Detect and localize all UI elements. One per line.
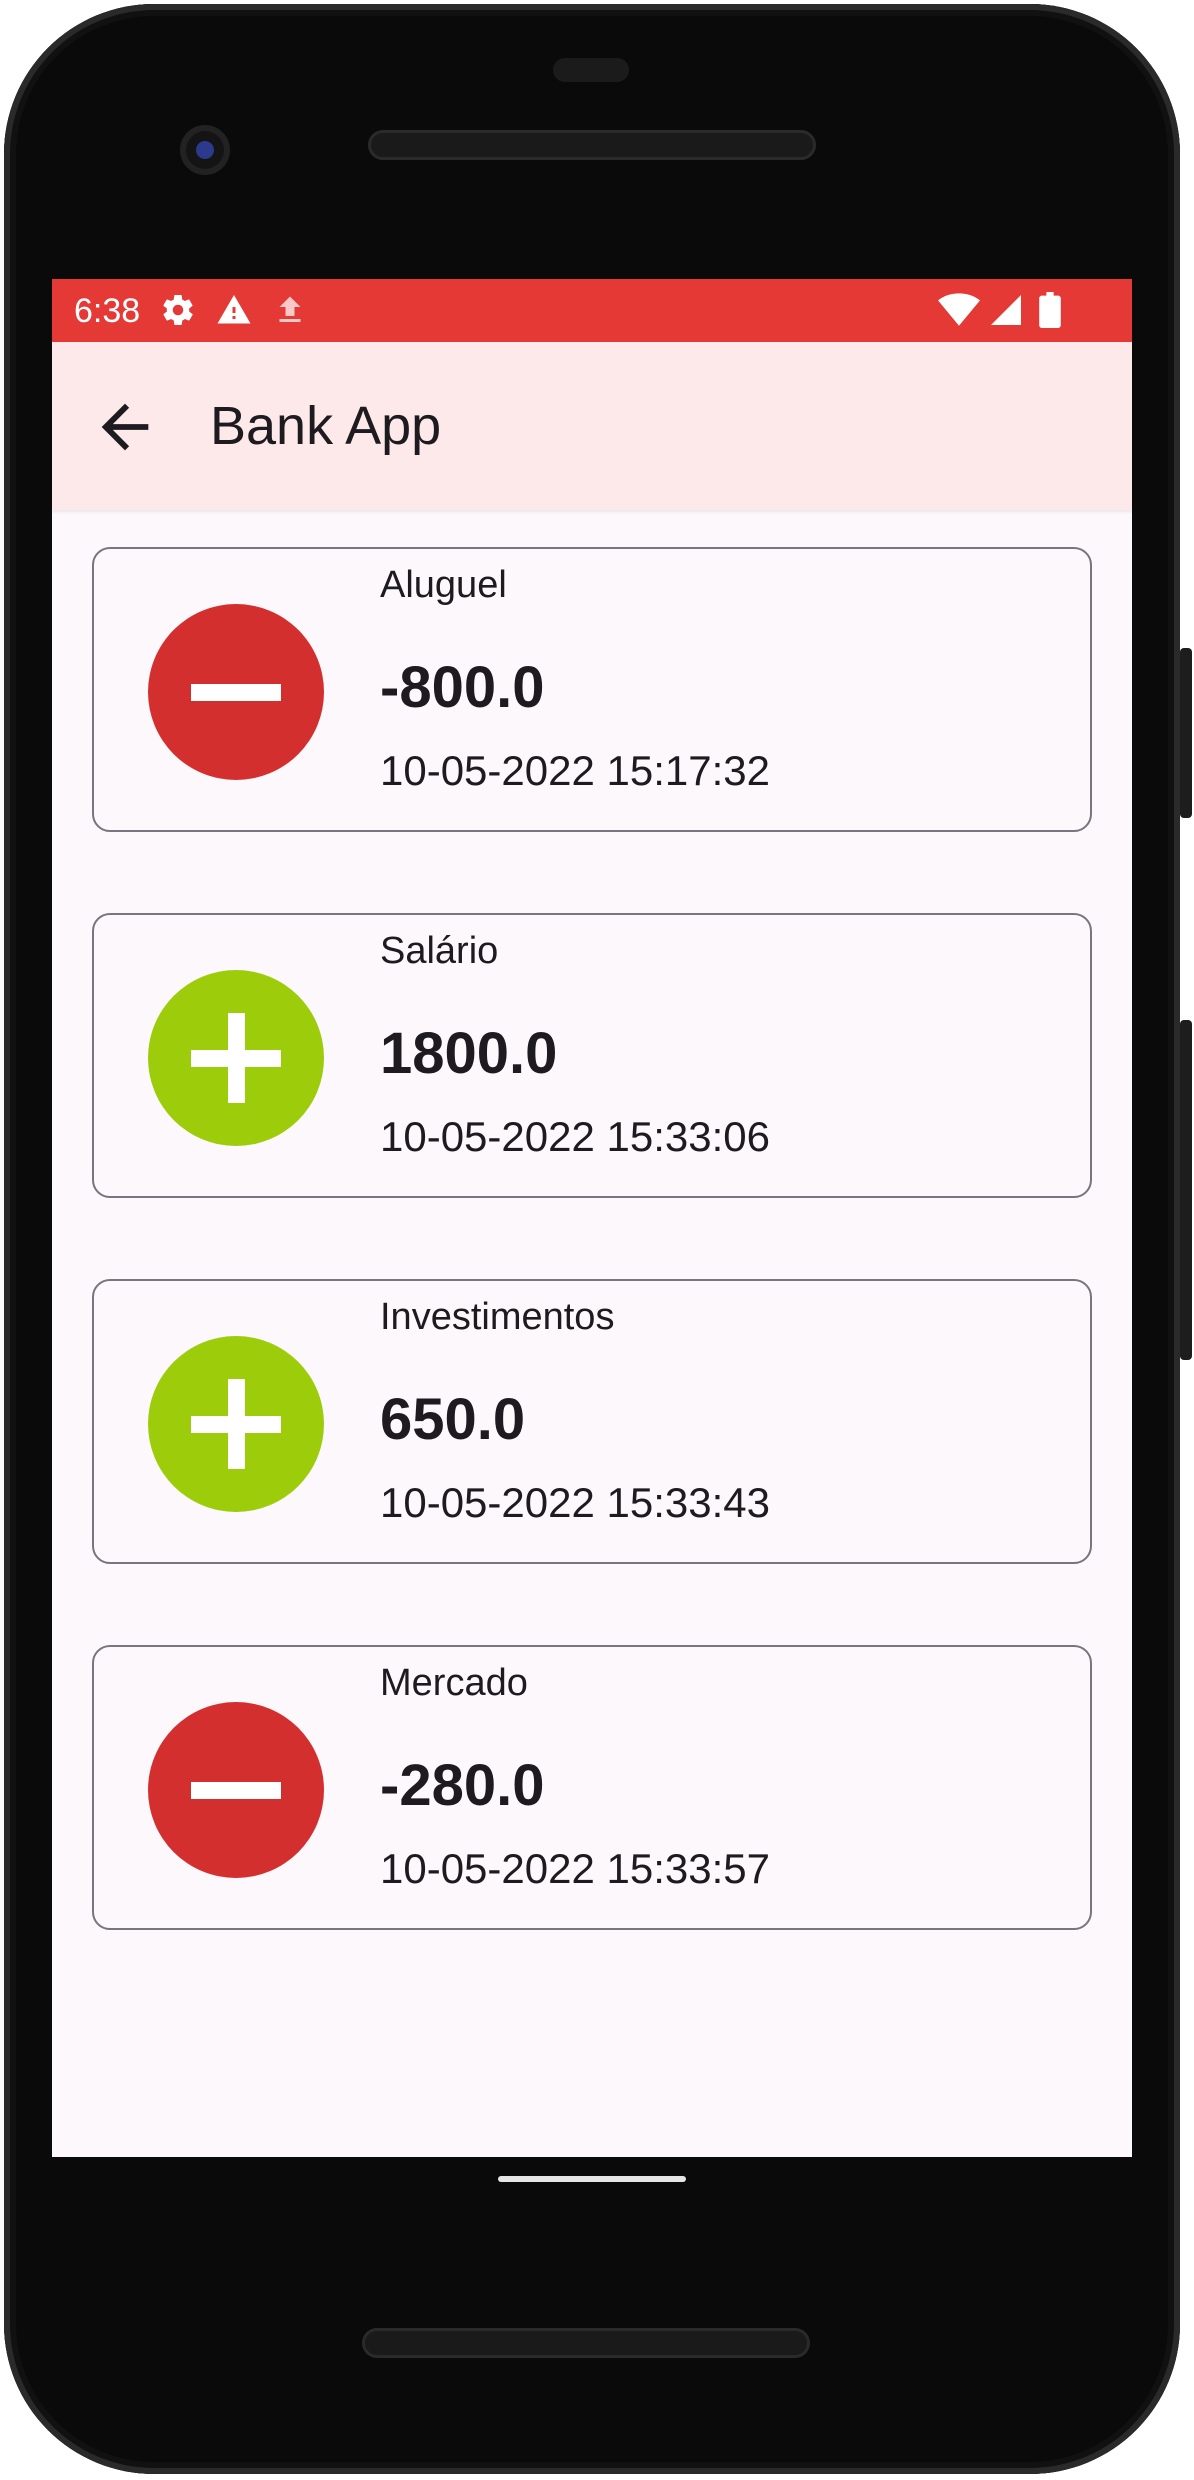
gesture-nav-handle[interactable] [498,2176,686,2182]
minus-icon [148,1702,324,1878]
transaction-value: 650.0 [380,1387,526,1452]
page-title: Bank App [210,396,442,456]
transaction-date: 10-05-2022 15:17:32 [380,747,770,794]
wifi-icon [938,292,980,328]
plus-icon [148,970,324,1146]
transaction-value: -280.0 [380,1753,545,1818]
transaction-card[interactable]: Aluguel -800.0 10-05-2022 15:17:32 [92,547,1092,832]
battery-icon [1038,292,1062,328]
volume-button [1180,1020,1192,1360]
upload-icon [272,292,308,328]
back-button[interactable] [90,392,160,462]
transaction-value: -800.0 [380,655,545,720]
transaction-name: Mercado [380,1662,528,1704]
transaction-card[interactable]: Salário 1800.0 10-05-2022 15:33:06 [92,913,1092,1198]
top-speaker-grille [368,130,816,160]
transaction-name: Aluguel [380,564,507,606]
transaction-value: 1800.0 [380,1021,558,1086]
arrow-back-icon [101,403,149,451]
cell-signal-icon [988,292,1024,328]
status-bar: 6:38 [52,279,1132,342]
power-button [1180,648,1192,818]
transaction-name: Salário [380,930,499,972]
phone-device: 6:38 Bank App Aluguel -800.0 10-05-2022 … [0,0,1194,2480]
transaction-date: 10-05-2022 15:33:06 [380,1113,770,1160]
front-camera [180,125,230,175]
transaction-date: 10-05-2022 15:33:43 [380,1479,770,1526]
minus-icon [148,604,324,780]
plus-icon [148,1336,324,1512]
transaction-name: Investimentos [380,1296,615,1338]
warning-icon [216,292,252,328]
transaction-date: 10-05-2022 15:33:57 [380,1845,770,1892]
transaction-card[interactable]: Investimentos 650.0 10-05-2022 15:33:43 [92,1279,1092,1564]
app-screen: 6:38 Bank App Aluguel -800.0 10-05-2022 … [52,279,1132,2157]
top-app-bar: Bank App [52,342,1132,510]
transaction-card[interactable]: Mercado -280.0 10-05-2022 15:33:57 [92,1645,1092,1930]
settings-gear-icon [160,292,196,328]
earpiece-slot [553,58,629,82]
bottom-speaker-grille [362,2328,810,2358]
status-time: 6:38 [74,292,141,330]
